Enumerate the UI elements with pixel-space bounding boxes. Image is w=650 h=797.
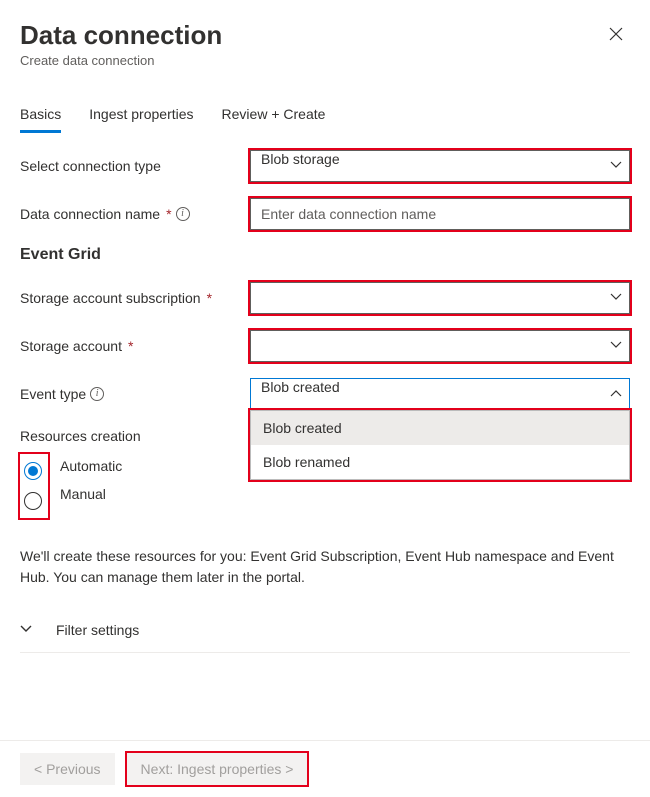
radio-automatic[interactable] <box>24 462 42 480</box>
label-storage-subscription: Storage account subscription * <box>20 290 250 306</box>
label-connection-type: Select connection type <box>20 158 250 174</box>
label-event-type: Event type i <box>20 386 250 402</box>
info-icon[interactable]: i <box>90 387 104 401</box>
label-storage-account: Storage account * <box>20 338 250 354</box>
radio-label-manual: Manual <box>60 486 122 502</box>
tab-ingest-properties[interactable]: Ingest properties <box>89 98 193 133</box>
connection-name-input[interactable] <box>250 198 630 230</box>
connection-type-select-wrap: Blob storage <box>250 150 630 182</box>
radio-icon-checked <box>24 462 42 480</box>
connection-type-select[interactable]: Blob storage <box>250 150 630 182</box>
event-type-dropdown: Blob created Blob renamed <box>250 410 630 480</box>
event-type-option-blob-created[interactable]: Blob created <box>251 411 629 445</box>
row-connection-type: Select connection type Blob storage <box>20 150 630 182</box>
radio-icon-unchecked <box>24 492 42 510</box>
radio-manual[interactable] <box>24 492 42 510</box>
page-title: Data connection <box>20 20 630 51</box>
radio-label-automatic: Automatic <box>60 458 122 474</box>
event-type-select-wrap: Blob created Blob created Blob renamed <box>250 378 630 410</box>
row-event-type: Event type i Blob created Blob created B… <box>20 378 630 410</box>
filter-settings-expander[interactable]: Filter settings <box>20 608 630 653</box>
form-body: Select connection type Blob storage Data… <box>20 150 630 653</box>
close-icon[interactable] <box>606 24 626 44</box>
section-event-grid: Event Grid <box>20 246 630 264</box>
info-icon[interactable]: i <box>176 207 190 221</box>
event-type-option-blob-renamed[interactable]: Blob renamed <box>251 445 629 479</box>
next-button[interactable]: Next: Ingest properties > <box>127 753 308 785</box>
row-storage-account: Storage account * <box>20 330 630 362</box>
radio-highlight <box>20 454 48 518</box>
next-button-highlight: Next: Ingest properties > <box>127 753 308 785</box>
connection-name-input-wrap <box>250 198 630 230</box>
label-connection-name: Data connection name * i <box>20 206 250 222</box>
tab-basics[interactable]: Basics <box>20 98 61 133</box>
row-storage-subscription: Storage account subscription * <box>20 282 630 314</box>
required-icon: * <box>166 206 171 222</box>
previous-button[interactable]: < Previous <box>20 753 115 785</box>
data-connection-blade: Data connection Create data connection B… <box>0 0 650 797</box>
event-type-select[interactable]: Blob created <box>250 378 630 410</box>
row-connection-name: Data connection name * i <box>20 198 630 230</box>
storage-account-select[interactable] <box>250 330 630 362</box>
required-icon: * <box>128 338 133 354</box>
storage-subscription-select-wrap <box>250 282 630 314</box>
tab-review-create[interactable]: Review + Create <box>222 98 326 133</box>
tab-bar: Basics Ingest properties Review + Create <box>20 98 630 134</box>
chevron-down-icon <box>20 622 32 638</box>
required-icon: * <box>207 290 212 306</box>
help-text: We'll create these resources for you: Ev… <box>20 546 630 588</box>
blade-footer: < Previous Next: Ingest properties > <box>0 740 650 797</box>
storage-subscription-select[interactable] <box>250 282 630 314</box>
expander-label: Filter settings <box>56 622 139 638</box>
resources-creation-group: Resources creation Automat <box>20 426 250 518</box>
page-subtitle: Create data connection <box>20 53 630 68</box>
blade-header: Data connection Create data connection <box>20 20 630 68</box>
label-resources-creation: Resources creation <box>20 428 141 444</box>
storage-account-select-wrap <box>250 330 630 362</box>
